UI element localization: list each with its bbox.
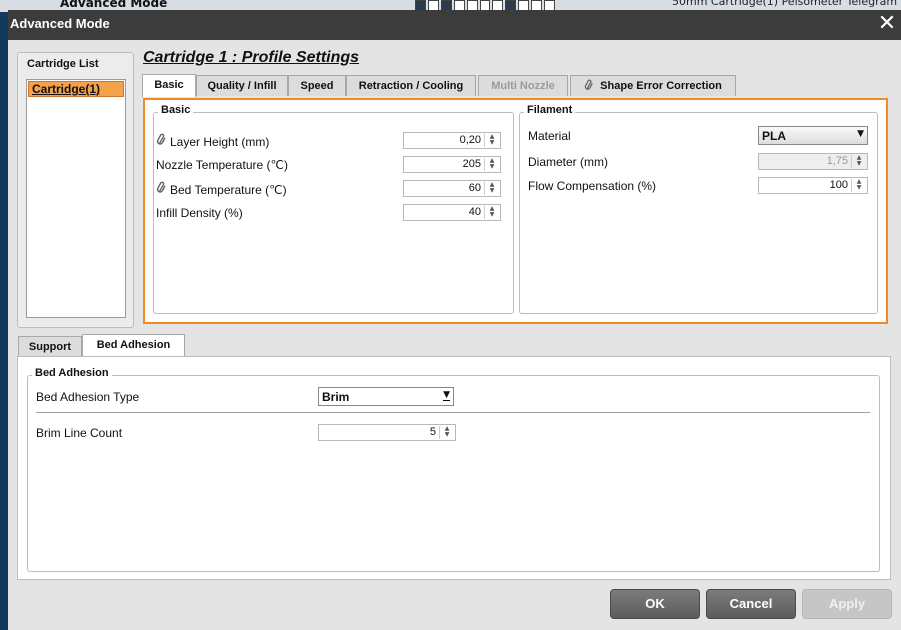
diameter-value: 1,75 [826,155,848,167]
ok-button[interactable]: OK [610,589,700,619]
dialog-title: Advanced Mode [10,16,110,31]
tab-multi-nozzle: Multi Nozzle [478,75,568,96]
dialog-titlebar: Advanced Mode ✕ [8,10,901,40]
brim-line-count-stepper[interactable]: 5 ▲ ▼ [318,424,456,441]
bed-temperature-label: Bed Temperature (℃) [170,183,287,197]
close-icon[interactable]: ✕ [875,11,899,37]
tab-shape-error-label: Shape Error Correction [600,80,722,92]
nozzle-temperature-label: Nozzle Temperature (℃) [156,158,288,172]
background-app-title: Advanced Mode [60,0,168,10]
layer-height-label: Layer Height (mm) [170,135,270,149]
apply-button: Apply [802,589,892,619]
tab-support[interactable]: Support [18,336,82,357]
decrement-icon: ▼ [856,160,862,167]
decrement-icon[interactable]: ▼ [485,188,499,194]
bed-adhesion-legend: Bed Adhesion [32,367,112,379]
profile-heading: Cartridge 1 : Profile Settings [143,49,360,66]
basic-legend: Basic [158,104,194,116]
flow-compensation-label: Flow Compensation (%) [528,179,657,193]
bed-adhesion-type-select[interactable]: Brim ▼ [318,387,454,406]
tab-basic[interactable]: Basic [142,74,196,97]
decrement-icon[interactable]: ▼ [485,164,499,170]
tab-quality-infill[interactable]: Quality / Infill [196,75,288,96]
bed-adhesion-type-label: Bed Adhesion Type [36,390,140,404]
filament-legend: Filament [524,104,576,116]
flow-compensation-value: 100 [829,179,848,191]
infill-density-label: Infill Density (%) [156,206,243,220]
tab-shape-error-correction[interactable]: Shape Error Correction [570,75,736,96]
nozzle-temperature-value: 205 [462,158,481,170]
material-value: PLA [762,129,786,143]
background-status-text: 50mm Cartridge(1) Pelsometer Telegram [672,0,898,8]
advanced-mode-dialog: Advanced Mode ✕ Cartridge List Cartridge… [8,10,901,630]
material-select[interactable]: PLA ▼ [758,126,868,145]
profile-basic-panel: Basic Layer Height (mm) 0,20 ▲ ▼ Nozzle T… [143,98,888,324]
decrement-icon[interactable]: ▼ [485,212,499,218]
divider [36,412,870,413]
paperclip-icon [156,181,167,197]
flow-compensation-stepper[interactable]: 100 ▲ ▼ [758,177,868,194]
bed-adhesion-panel: Bed Adhesion Bed Adhesion Type Brim ▼ Br… [17,356,891,580]
material-label: Material [528,129,571,143]
infill-density-value: 40 [468,206,481,218]
cartridge-item-label: Cartridge(1) [32,82,101,96]
chevron-down-icon: ▼ [443,390,450,401]
cartridge-list-group: Cartridge List Cartridge(1) [17,52,134,328]
brim-line-count-value: 5 [429,426,436,438]
layer-height-value: 0,20 [459,134,481,146]
diameter-label: Diameter (mm) [528,155,608,169]
basic-group: Basic Layer Height (mm) 0,20 ▲ ▼ Nozzle T… [153,104,514,314]
brim-line-count-label: Brim Line Count [36,426,123,440]
decrement-icon[interactable]: ▼ [485,140,499,146]
bed-temperature-stepper[interactable]: 60 ▲ ▼ [403,180,501,197]
infill-density-stepper[interactable]: 40 ▲ ▼ [403,204,501,221]
decrement-icon[interactable]: ▼ [852,185,866,191]
cartridge-list-legend: Cartridge List [24,58,102,70]
cartridge-list-item[interactable]: Cartridge(1) [28,81,124,97]
paperclip-icon [584,78,594,90]
nozzle-temperature-stepper[interactable]: 205 ▲ ▼ [403,156,501,173]
lower-tabs: Support Bed Adhesion [18,334,218,357]
bed-adhesion-group: Bed Adhesion Bed Adhesion Type Brim ▼ Br… [27,367,880,572]
background-left-panel [0,12,8,630]
paperclip-icon [156,133,167,149]
layer-height-stepper[interactable]: 0,20 ▲ ▼ [403,132,501,149]
tab-speed[interactable]: Speed [288,75,346,96]
bed-temperature-value: 60 [468,182,481,194]
filament-group: Filament Material PLA ▼ Diameter (mm) 1,… [519,104,878,314]
diameter-stepper: 1,75 ▲ ▼ [758,153,868,170]
tab-bed-adhesion[interactable]: Bed Adhesion [82,334,185,357]
tab-retraction-cooling[interactable]: Retraction / Cooling [346,75,476,96]
bed-adhesion-type-value: Brim [322,390,350,404]
cancel-button[interactable]: Cancel [706,589,796,619]
decrement-icon[interactable]: ▼ [440,432,454,438]
chevron-down-icon: ▼ [857,129,864,139]
cartridge-list-box: Cartridge(1) [26,79,126,318]
profile-tabs: Basic Quality / Infill Speed Retraction … [142,74,892,98]
